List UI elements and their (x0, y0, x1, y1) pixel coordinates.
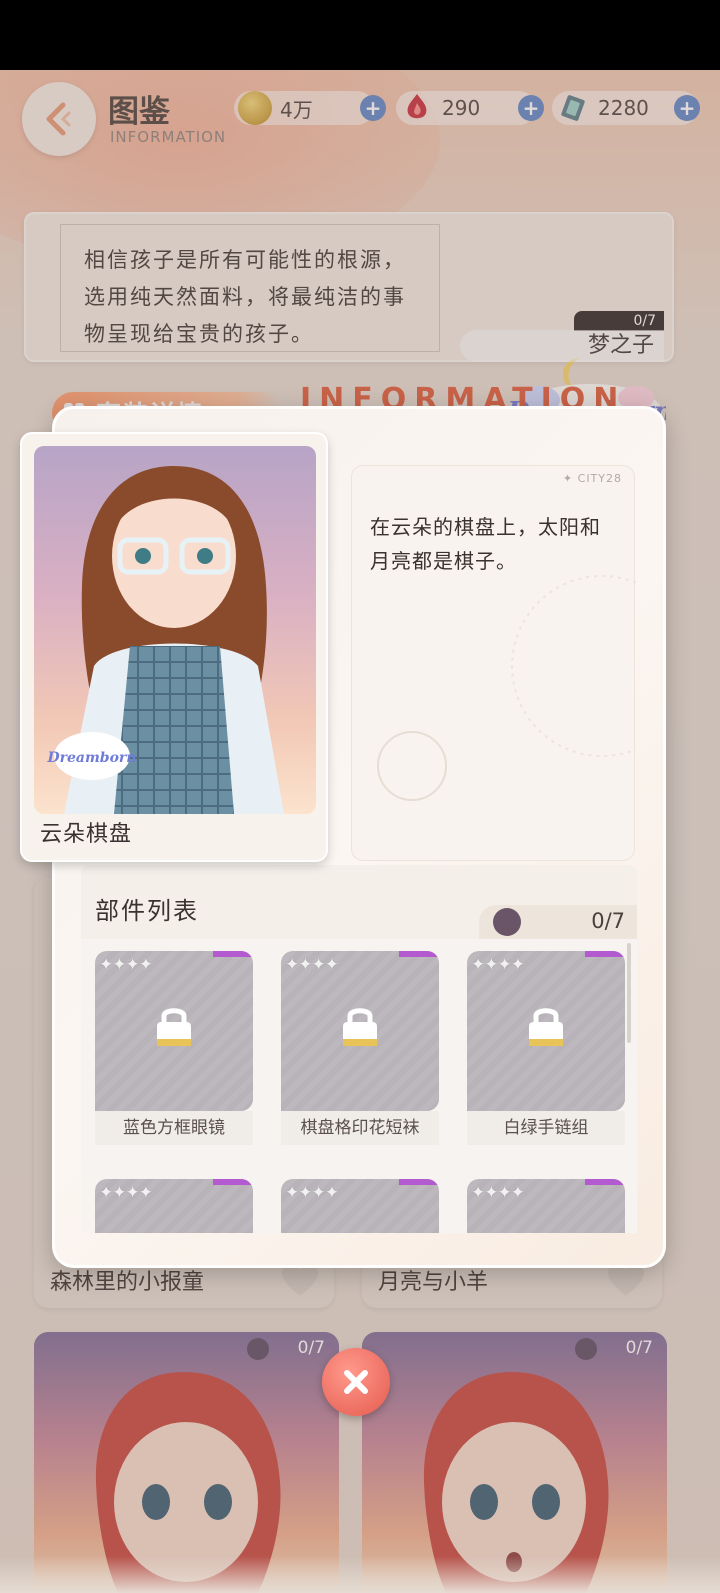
part-thumbnail: ✦✦✦✦ (95, 951, 253, 1111)
star-rating: ✦✦✦✦ (471, 1183, 525, 1203)
bottom-fade (0, 1556, 720, 1593)
part-item[interactable]: ✦✦✦✦ (467, 1179, 625, 1233)
outfit-portrait: Dreamborn (34, 446, 316, 814)
parts-list-title: 部件列表 (95, 897, 199, 925)
description-panel: ✦ CITY28 在云朵的棋盘上，太阳和月亮都是棋子。 (351, 465, 636, 861)
character-illustration: Dreamborn (47, 466, 284, 814)
parts-grid: ✦✦✦✦ 蓝色方框眼镜 ✦✦✦✦ 棋盘格印花短袜 ✦✦✦✦ 白绿手链组 ✦✦✦✦… (81, 939, 637, 1233)
part-thumbnail: ✦✦✦✦ (95, 1179, 253, 1233)
lock-icon (157, 1008, 191, 1046)
parts-progress-box: 0/7 (479, 905, 637, 939)
part-item[interactable]: ✦✦✦✦ 蓝色方框眼镜 (95, 951, 253, 1147)
star-rating: ✦✦✦✦ (99, 1183, 153, 1203)
part-name: 白绿手链组 (467, 1111, 625, 1145)
part-thumbnail: ✦✦✦✦ (467, 1179, 625, 1233)
part-item[interactable]: ✦✦✦✦ (281, 1179, 439, 1233)
part-item[interactable]: ✦✦✦✦ 棋盘格印花短袜 (281, 951, 439, 1147)
close-icon (344, 1370, 368, 1394)
star-rating: ✦✦✦✦ (285, 1183, 339, 1203)
parts-scrollbar[interactable] (627, 943, 631, 1043)
svg-text:Dreamborn: Dreamborn (47, 750, 137, 766)
parts-progress: 0/7 (591, 909, 625, 933)
part-item[interactable]: ✦✦✦✦ 白绿手链组 (467, 951, 625, 1147)
part-thumbnail: ✦✦✦✦ (281, 951, 439, 1111)
outfit-portrait-card: Dreamborn 云朵棋盘 (20, 432, 328, 862)
parts-icon (493, 908, 521, 936)
close-button[interactable] (322, 1348, 390, 1416)
star-rating: ✦✦✦✦ (285, 955, 339, 975)
part-thumbnail: ✦✦✦✦ (467, 951, 625, 1111)
star-rating: ✦✦✦✦ (99, 955, 153, 975)
lock-icon (529, 1008, 563, 1046)
lock-icon (343, 1008, 377, 1046)
star-rating: ✦✦✦✦ (471, 955, 525, 975)
decorative-circles (377, 575, 636, 801)
part-item[interactable]: ✦✦✦✦ (95, 1179, 253, 1233)
status-bar (0, 0, 720, 70)
part-name: 蓝色方框眼镜 (95, 1111, 253, 1145)
part-name: 棋盘格印花短袜 (281, 1111, 439, 1145)
parts-list-header: 部件列表 0/7 (81, 865, 637, 939)
part-thumbnail: ✦✦✦✦ (281, 1179, 439, 1233)
outfit-name: 云朵棋盘 (40, 822, 133, 847)
